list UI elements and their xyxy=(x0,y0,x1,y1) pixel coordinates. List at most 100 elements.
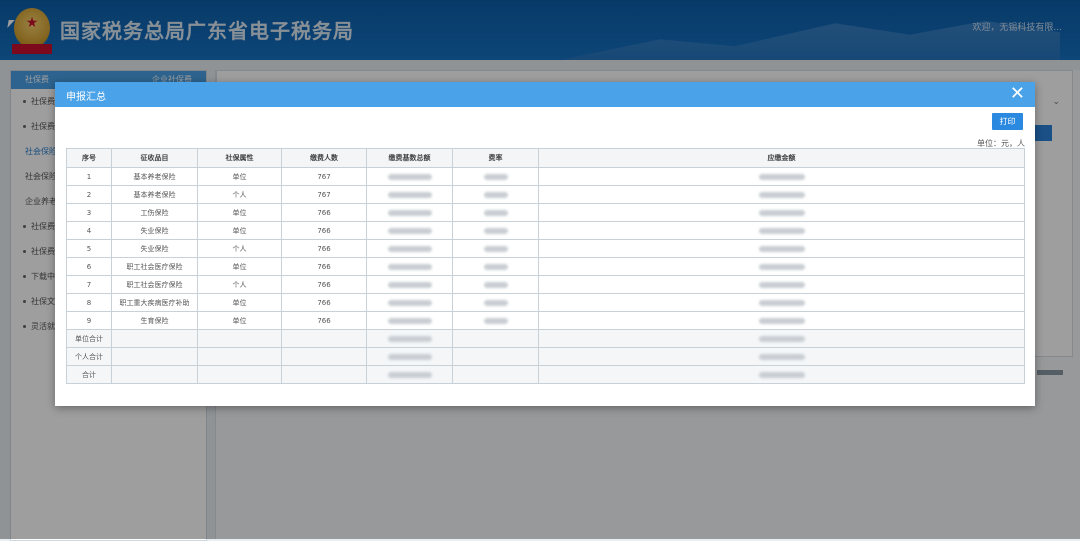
table-cell: 766 xyxy=(281,221,367,240)
table-cell xyxy=(452,275,539,294)
table-cell: 3 xyxy=(66,203,112,222)
redacted-value xyxy=(483,227,508,234)
table-cell xyxy=(111,347,198,366)
redacted-value xyxy=(758,335,805,342)
table-cell: 4 xyxy=(66,221,112,240)
close-icon[interactable]: ✕ xyxy=(1010,84,1025,104)
table-cell xyxy=(281,329,367,348)
table-cell: 1 xyxy=(66,167,112,186)
redacted-value xyxy=(387,173,432,180)
redacted-value xyxy=(483,317,508,324)
declaration-summary-dialog: 申报汇总 ✕ 打印 单位：元，人 序号 征收品目 社保属性 缴费人数 缴费基数总额 费率应… xyxy=(55,82,1035,406)
table-cell xyxy=(538,293,1025,312)
table-cell xyxy=(366,239,453,258)
table-cell xyxy=(452,365,539,384)
table-cell xyxy=(538,167,1025,186)
table-cell xyxy=(452,257,539,276)
redacted-value xyxy=(758,299,805,306)
table-cell xyxy=(538,275,1025,294)
table-cell: 767 xyxy=(281,167,367,186)
table-cell: 个人 xyxy=(197,185,282,204)
table-cell xyxy=(452,221,539,240)
redacted-value xyxy=(483,209,508,216)
table-cell xyxy=(366,185,453,204)
table-cell xyxy=(197,365,282,384)
redacted-value xyxy=(758,173,805,180)
column-header: 缴费人数 xyxy=(281,148,367,168)
redacted-value xyxy=(387,263,432,270)
table-cell xyxy=(538,365,1025,384)
table-cell: 单位 xyxy=(197,167,282,186)
redacted-value xyxy=(387,335,432,342)
redacted-value xyxy=(387,227,432,234)
table-cell xyxy=(452,347,539,366)
table-cell: 767 xyxy=(281,185,367,204)
table-cell xyxy=(452,239,539,258)
table-row: 1 基本养老保险 单位 767 xyxy=(66,167,1025,186)
column-header: 征收品目 xyxy=(111,148,198,168)
redacted-value xyxy=(758,353,805,360)
column-header: 社保属性 xyxy=(197,148,282,168)
table-row: 7 职工社会医疗保险 个人 766 xyxy=(66,275,1025,294)
table-row: 2 基本养老保险 个人 767 xyxy=(66,185,1025,204)
redacted-value xyxy=(387,281,432,288)
table-row: 8 职工重大疾病医疗补助 单位 766 xyxy=(66,293,1025,312)
table-cell: 生育保险 xyxy=(111,311,198,330)
table-row: 6 职工社会医疗保险 单位 766 xyxy=(66,257,1025,276)
table-cell: 个人 xyxy=(197,239,282,258)
table-cell xyxy=(366,329,453,348)
summary-row: 单位合计 xyxy=(66,329,1025,348)
table-cell: 单位 xyxy=(197,203,282,222)
table-cell xyxy=(538,239,1025,258)
table-cell xyxy=(111,329,198,348)
table-cell xyxy=(366,203,453,222)
print-button[interactable]: 打印 xyxy=(992,113,1023,130)
dialog-header: 申报汇总 ✕ xyxy=(55,82,1035,107)
table-cell xyxy=(197,329,282,348)
redacted-value xyxy=(758,209,805,216)
table-cell xyxy=(538,347,1025,366)
column-header: 缴费基数总额 xyxy=(366,148,453,168)
column-header: 应缴金额 xyxy=(538,148,1025,168)
table-cell xyxy=(452,203,539,222)
table-cell: 失业保险 xyxy=(111,239,198,258)
table-cell xyxy=(452,185,539,204)
table-cell: 单位 xyxy=(197,311,282,330)
table-cell: 766 xyxy=(281,203,367,222)
table-cell: 766 xyxy=(281,311,367,330)
table-cell xyxy=(197,347,282,366)
table-cell: 失业保险 xyxy=(111,221,198,240)
table-cell xyxy=(538,311,1025,330)
table-cell xyxy=(366,221,453,240)
table-cell: 7 xyxy=(66,275,112,294)
redacted-value xyxy=(758,263,805,270)
table-cell: 8 xyxy=(66,293,112,312)
table-cell xyxy=(366,167,453,186)
column-header: 序号 xyxy=(66,148,112,168)
table-cell xyxy=(538,221,1025,240)
summary-row: 合计 xyxy=(66,365,1025,384)
table-row: 3 工伤保险 单位 766 xyxy=(66,203,1025,222)
dialog-title: 申报汇总 xyxy=(66,92,106,103)
table-cell: 2 xyxy=(66,185,112,204)
table-cell xyxy=(452,329,539,348)
table-cell: 5 xyxy=(66,239,112,258)
table-cell: 766 xyxy=(281,257,367,276)
summary-table: 序号 征收品目 社保属性 缴费人数 缴费基数总额 费率 应缴金额 1 基本养老保险 单位 767 2… xyxy=(66,148,1025,384)
redacted-value xyxy=(758,371,805,378)
table-row: 9 生育保险 单位 766 xyxy=(66,311,1025,330)
table-cell: 单位 xyxy=(197,221,282,240)
redacted-value xyxy=(387,371,432,378)
table-cell: 合计 xyxy=(66,365,112,384)
table-body: 1 基本养老保险 单位 767 2 基本养老保险 个人 767 3 工伤保险 单位 766 4 失业保险单… xyxy=(66,167,1025,384)
redacted-value xyxy=(758,281,805,288)
table-cell: 职工社会医疗保险 xyxy=(111,257,198,276)
table-header-row: 序号 征收品目 社保属性 缴费人数 缴费基数总额 费率 应缴金额 xyxy=(66,148,1025,168)
table-cell xyxy=(366,311,453,330)
column-header: 费率 xyxy=(452,148,539,168)
table-cell: 766 xyxy=(281,239,367,258)
table-cell: 工伤保险 xyxy=(111,203,198,222)
table-cell: 基本养老保险 xyxy=(111,167,198,186)
table-row: 5 失业保险 个人 766 xyxy=(66,239,1025,258)
table-row: 4 失业保险 单位 766 xyxy=(66,221,1025,240)
